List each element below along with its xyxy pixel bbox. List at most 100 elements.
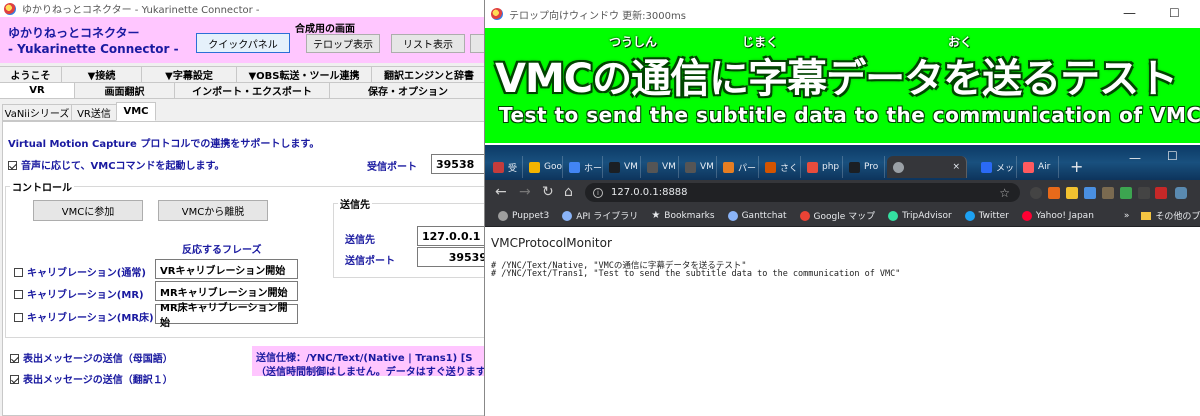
bookmark-ganttchat[interactable]: Ganttchat bbox=[727, 210, 787, 221]
send-port-label: 送信ポート bbox=[345, 256, 395, 267]
maximize-icon[interactable]: ☐ bbox=[1167, 149, 1178, 163]
browser-tab-5[interactable]: VM bbox=[641, 156, 679, 178]
tab-subtitle-settings[interactable]: ▼字幕設定 bbox=[142, 66, 237, 83]
address-bar[interactable]: i 127.0.0.1:8888 ☆ bbox=[585, 183, 1020, 202]
extension-icon[interactable] bbox=[1048, 187, 1060, 199]
list-display-button[interactable]: リスト表示 bbox=[391, 34, 465, 53]
bookmark-tripadvisor[interactable]: TripAdvisor bbox=[888, 210, 952, 221]
telop-window: テロップ向けウィンドウ 更新:3000ms — ☐ つうしん じまく おく VM… bbox=[484, 0, 1200, 146]
calibration-mr-phrase-input[interactable]: MRキャリブレーション開始 bbox=[155, 281, 298, 301]
calibration-normal-checkbox[interactable] bbox=[14, 268, 23, 277]
calibration-mr-floor-checkbox[interactable] bbox=[14, 313, 23, 322]
page-icon bbox=[723, 161, 734, 173]
browser-tab-active[interactable]: × bbox=[887, 156, 967, 178]
browser-tab-6[interactable]: VM bbox=[679, 156, 717, 178]
phrase-header: 反応するフレーズ bbox=[182, 245, 262, 256]
voice-start-checkbox[interactable] bbox=[8, 161, 17, 170]
send-trans-row[interactable]: 表出メッセージの送信（翻訳１） bbox=[10, 371, 173, 386]
tab-import-export[interactable]: インポート・エクスポート bbox=[175, 82, 330, 99]
destination-input[interactable]: 127.0.0.1 bbox=[417, 226, 486, 246]
browser-tab-1[interactable]: 受 bbox=[487, 156, 523, 178]
calibration-normal-phrase-input[interactable]: VRキャリブレーション開始 bbox=[155, 259, 298, 279]
voice-start-row[interactable]: 音声に応じて、VMCコマンドを起動します。 bbox=[8, 157, 225, 172]
close-tab-icon[interactable]: × bbox=[952, 162, 960, 172]
send-native-label: 表出メッセージの送信（母国語） bbox=[23, 354, 173, 365]
calibration-mr-row[interactable]: キャリブレーション(MR) bbox=[14, 286, 144, 301]
calibration-mr-checkbox[interactable] bbox=[14, 290, 23, 299]
new-tab-icon[interactable]: + bbox=[1070, 157, 1083, 176]
telop-japanese-text: VMCの通信に字幕データを送るテスト bbox=[495, 56, 1178, 102]
bookmark-twitter[interactable]: Twitter bbox=[964, 210, 1009, 221]
tab-vr[interactable]: VR bbox=[0, 82, 75, 99]
spec-line-1: 送信仕様：/YNC/Text/(Native | Trans1) [S bbox=[256, 353, 473, 364]
back-icon[interactable]: ← bbox=[495, 184, 507, 200]
vmc-leave-button[interactable]: VMCから離脱 bbox=[158, 200, 268, 221]
calibration-mr-floor-phrase-input[interactable]: MR床キャリブレーション開始 bbox=[155, 303, 298, 329]
extension-icon[interactable] bbox=[1138, 187, 1150, 199]
browser-tab-2[interactable]: Goo bbox=[523, 156, 563, 178]
tab-screen-translation[interactable]: 画面翻訳 bbox=[75, 82, 175, 99]
bookmark-bookmarks[interactable]: ★ Bookmarks bbox=[651, 210, 714, 221]
profile-icon[interactable] bbox=[1175, 187, 1187, 199]
send-native-row[interactable]: 表出メッセージの送信（母国語） bbox=[10, 350, 173, 365]
bookmark-puppet3[interactable]: Puppet3 bbox=[498, 210, 549, 221]
send-native-checkbox[interactable] bbox=[10, 354, 19, 363]
browser-tab-9[interactable]: php bbox=[801, 156, 843, 178]
telop-display-button[interactable]: テロップ表示 bbox=[306, 34, 380, 53]
bookmarks-overflow[interactable]: » bbox=[1124, 211, 1130, 221]
telop-titlebar: テロップ向けウィンドウ 更新:3000ms — ☐ bbox=[485, 0, 1200, 28]
browser-tab-7[interactable]: パー bbox=[717, 156, 759, 178]
browser-tab-13[interactable]: Air bbox=[1017, 156, 1059, 178]
browser-window: 受 Goo ホー VM VM VM パー さく php Pro × メッ Air… bbox=[484, 145, 1200, 416]
browser-tab-3[interactable]: ホー bbox=[563, 156, 603, 178]
twitter-icon bbox=[964, 210, 975, 221]
reload-icon[interactable]: ↻ bbox=[542, 184, 554, 200]
calibration-normal-row[interactable]: キャリブレーション(通常) bbox=[14, 264, 146, 279]
tab-vmc[interactable]: VMC bbox=[116, 102, 156, 121]
browser-tab-4[interactable]: VM bbox=[603, 156, 641, 178]
destination-group-label: 送信先 bbox=[338, 196, 372, 211]
receive-port-input[interactable]: 39538 bbox=[431, 154, 486, 174]
extension-icon[interactable] bbox=[1120, 187, 1132, 199]
extension-icon[interactable] bbox=[1066, 187, 1078, 199]
extension-hat-icon[interactable] bbox=[1030, 187, 1042, 199]
maximize-icon[interactable]: ☐ bbox=[1169, 6, 1180, 20]
bookmark-star-icon[interactable]: ☆ bbox=[999, 186, 1010, 200]
calibration-mr-floor-row[interactable]: キャリブレーション(MR床) bbox=[14, 309, 154, 324]
browser-tab-10[interactable]: Pro bbox=[843, 156, 885, 178]
bookmark-yahoo-japan[interactable]: Yahoo! Japan bbox=[1021, 210, 1094, 221]
tab-obs-tools[interactable]: ▼OBS転送・ツール連携 bbox=[237, 66, 372, 83]
minimize-icon[interactable]: — bbox=[1129, 151, 1141, 165]
bookmark-api-library[interactable]: API ライブラリ bbox=[562, 209, 638, 222]
tab-vanii[interactable]: VaNiiシリーズ bbox=[2, 104, 72, 121]
github-icon bbox=[609, 161, 620, 173]
puppet-icon bbox=[498, 210, 508, 221]
google-icon bbox=[529, 161, 540, 173]
tab-welcome[interactable]: ようこそ bbox=[0, 66, 62, 83]
globe-icon bbox=[727, 210, 738, 221]
other-bookmarks[interactable]: その他のブックマーク bbox=[1141, 209, 1200, 222]
tab-connection[interactable]: ▼接続 bbox=[62, 66, 142, 83]
page-icon bbox=[981, 161, 992, 173]
extension-icon[interactable] bbox=[1102, 187, 1114, 199]
tab-translation-engine[interactable]: 翻訳エンジンと辞書 bbox=[372, 66, 486, 83]
page-content: VMCProtocolMonitor # /YNC/Text/Native, "… bbox=[485, 227, 1200, 416]
send-trans-checkbox[interactable] bbox=[10, 375, 19, 384]
telop-english-text: Test to send the subtitle data to the co… bbox=[499, 103, 1200, 127]
send-port-input[interactable]: 39539 bbox=[417, 247, 486, 267]
quick-panel-button[interactable]: クイックパネル bbox=[196, 33, 290, 53]
browser-tab-8[interactable]: さく bbox=[759, 156, 801, 178]
site-info-icon[interactable]: i bbox=[593, 187, 603, 198]
extension-icon[interactable] bbox=[1084, 187, 1096, 199]
vmc-join-button[interactable]: VMCに参加 bbox=[33, 200, 143, 221]
adblock-icon[interactable] bbox=[1155, 187, 1167, 199]
minimize-icon[interactable]: — bbox=[1123, 6, 1136, 21]
sub-tab-row: VR 画面翻訳 インポート・エクスポート 保存・オプション bbox=[0, 82, 486, 99]
tab-save-options[interactable]: 保存・オプション bbox=[330, 82, 486, 99]
tab-vr-send[interactable]: VR送信 bbox=[71, 104, 117, 121]
browser-tab-12[interactable]: メッ bbox=[975, 156, 1017, 178]
forward-icon[interactable]: → bbox=[519, 184, 531, 200]
bookmark-google-maps[interactable]: Google マップ bbox=[799, 209, 875, 222]
github-icon bbox=[849, 161, 860, 173]
home-icon[interactable]: ⌂ bbox=[564, 184, 573, 200]
